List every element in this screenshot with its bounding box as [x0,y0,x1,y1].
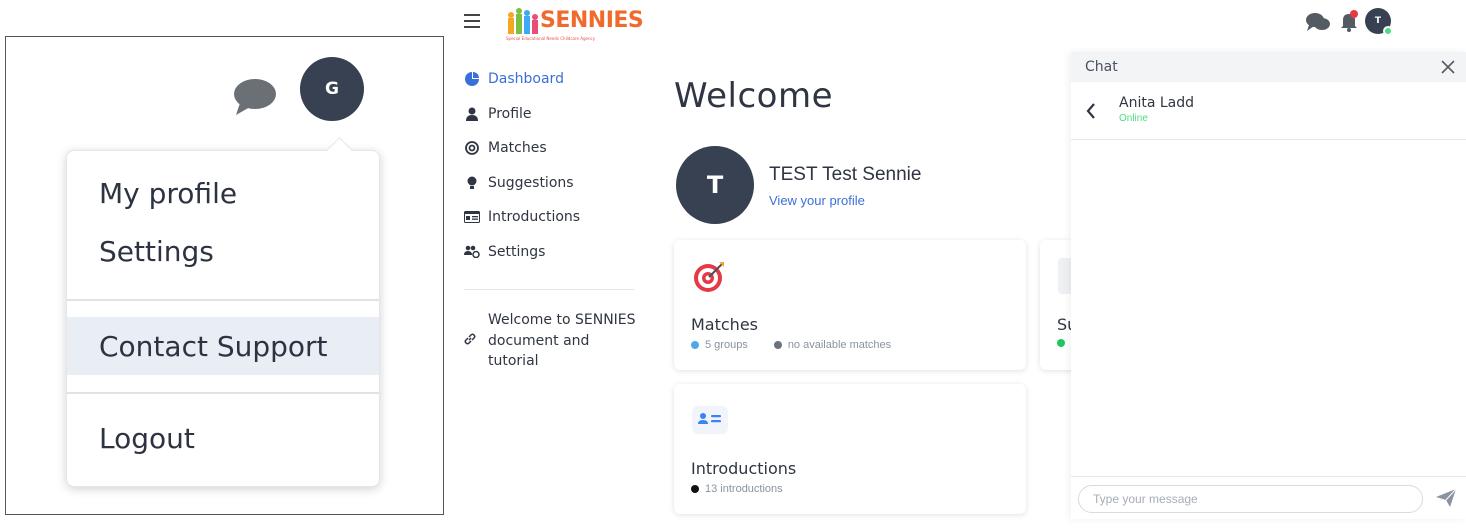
chat-contact-status: Online [1119,113,1148,124]
avatar[interactable]: G [300,57,364,121]
sennies-logo[interactable]: SENNIES Special Educational Needs Childc… [506,6,644,44]
send-icon[interactable] [1435,488,1457,508]
menu-item-settings[interactable]: Settings [67,222,379,280]
doc-link-text: Welcome to SENNIES document and tutorial [488,310,636,372]
sidebar-item-profile[interactable]: Profile [464,97,636,132]
contact-card-icon [692,406,728,434]
sidebar-item-suggestions[interactable]: Suggestions [464,166,636,201]
chat-bubble-icon[interactable] [230,77,278,117]
status-dot [1057,339,1065,347]
menu-item-contact-support[interactable]: Contact Support [67,317,379,375]
profile-avatar[interactable]: T [676,146,754,224]
chat-panel: Chat Anita Ladd Online [1071,52,1466,519]
page-title: Welcome [674,76,834,116]
introductions-count: 13 introductions [705,483,783,495]
avatar-letter: G [325,79,339,99]
sidebar-item-label: Dashboard [488,71,564,88]
menu-item-label: Logout [99,421,195,455]
menu-item-my-profile[interactable]: My profile [67,164,379,222]
introductions-card[interactable]: Introductions 13 introductions [674,384,1026,514]
target-icon [464,140,480,156]
sidebar-item-settings[interactable]: Settings [464,235,636,270]
sidebar-item-label: Introductions [488,209,581,226]
view-profile-link[interactable]: View your profile [769,193,865,208]
status-dot [773,341,782,349]
pie-chart-icon [464,71,480,87]
menu-divider [67,299,379,301]
avatar-letter: T [1374,16,1382,26]
chat-icon[interactable] [1305,12,1331,32]
user-dropdown-menu: My profile Settings Contact Support Logo… [66,150,380,487]
sidebar-item-label: Matches [488,140,547,157]
sidebar-item-label: Settings [488,243,546,260]
sidebar-item-dashboard[interactable]: Dashboard [464,62,636,97]
doc-link-line: Welcome to SENNIES [488,312,636,328]
menu-item-logout[interactable]: Logout [67,409,379,467]
card-meta [1057,339,1071,347]
online-status-dot [1383,26,1393,36]
zoomed-dropdown-inset: G My profile Settings Contact Support Lo… [5,36,444,515]
matches-card[interactable]: Matches 5 groups no available matches [674,240,1026,370]
user-name: TEST Test Sennie [769,164,922,185]
avatar-letter: T [706,171,724,199]
card-meta: 13 introductions [691,483,783,495]
sidebar-item-label: Suggestions [488,174,574,191]
chat-contact-name: Anita Ladd [1119,95,1195,111]
sidebar-item-label: Profile [488,105,532,122]
logo-tagline: Special Educational Needs Childcare Agen… [506,36,596,41]
user-icon [464,106,480,122]
doc-link-line: tutorial [488,353,539,369]
menu-item-label: My profile [99,176,238,210]
menu-item-label: Contact Support [99,329,328,363]
avatar[interactable]: T [1365,8,1393,36]
status-dot [691,485,699,493]
close-icon[interactable] [1440,59,1456,75]
link-icon [464,331,480,352]
chat-header: Chat [1071,52,1466,82]
sidebar-item-introductions[interactable]: Introductions [464,200,636,235]
card-title: Matches [691,315,758,334]
hamburger-menu-icon[interactable] [464,14,480,28]
chat-composer [1071,476,1466,519]
card-title: Introductions [691,459,797,478]
doc-link-line: document and [488,332,590,349]
chat-contact-header: Anita Ladd Online [1071,82,1466,140]
sidebar-doc-link[interactable]: Welcome to SENNIES document and tutorial [464,310,636,372]
status-dot [691,341,699,349]
dart-target-icon [694,262,724,292]
id-card-icon [464,209,480,225]
menu-item-label: Settings [99,234,214,268]
card-meta: 5 groups no available matches [691,339,891,351]
sidebar-item-matches[interactable]: Matches [464,131,636,166]
chat-message-input[interactable] [1078,485,1423,513]
menu-divider [67,392,379,394]
chevron-left-icon[interactable] [1085,102,1097,120]
bell-icon[interactable] [1339,10,1359,32]
sidebar-divider [464,289,634,290]
logo-text: SENNIES [540,8,644,33]
matches-availability: no available matches [787,339,892,351]
users-cog-icon [464,244,480,260]
logo-figures-icon [508,8,538,34]
sidebar-nav: Dashboard Profile Matches Suggestions In… [464,62,636,372]
lightbulb-icon [464,175,480,191]
groups-count: 5 groups [705,339,748,351]
chat-title: Chat [1085,59,1118,75]
